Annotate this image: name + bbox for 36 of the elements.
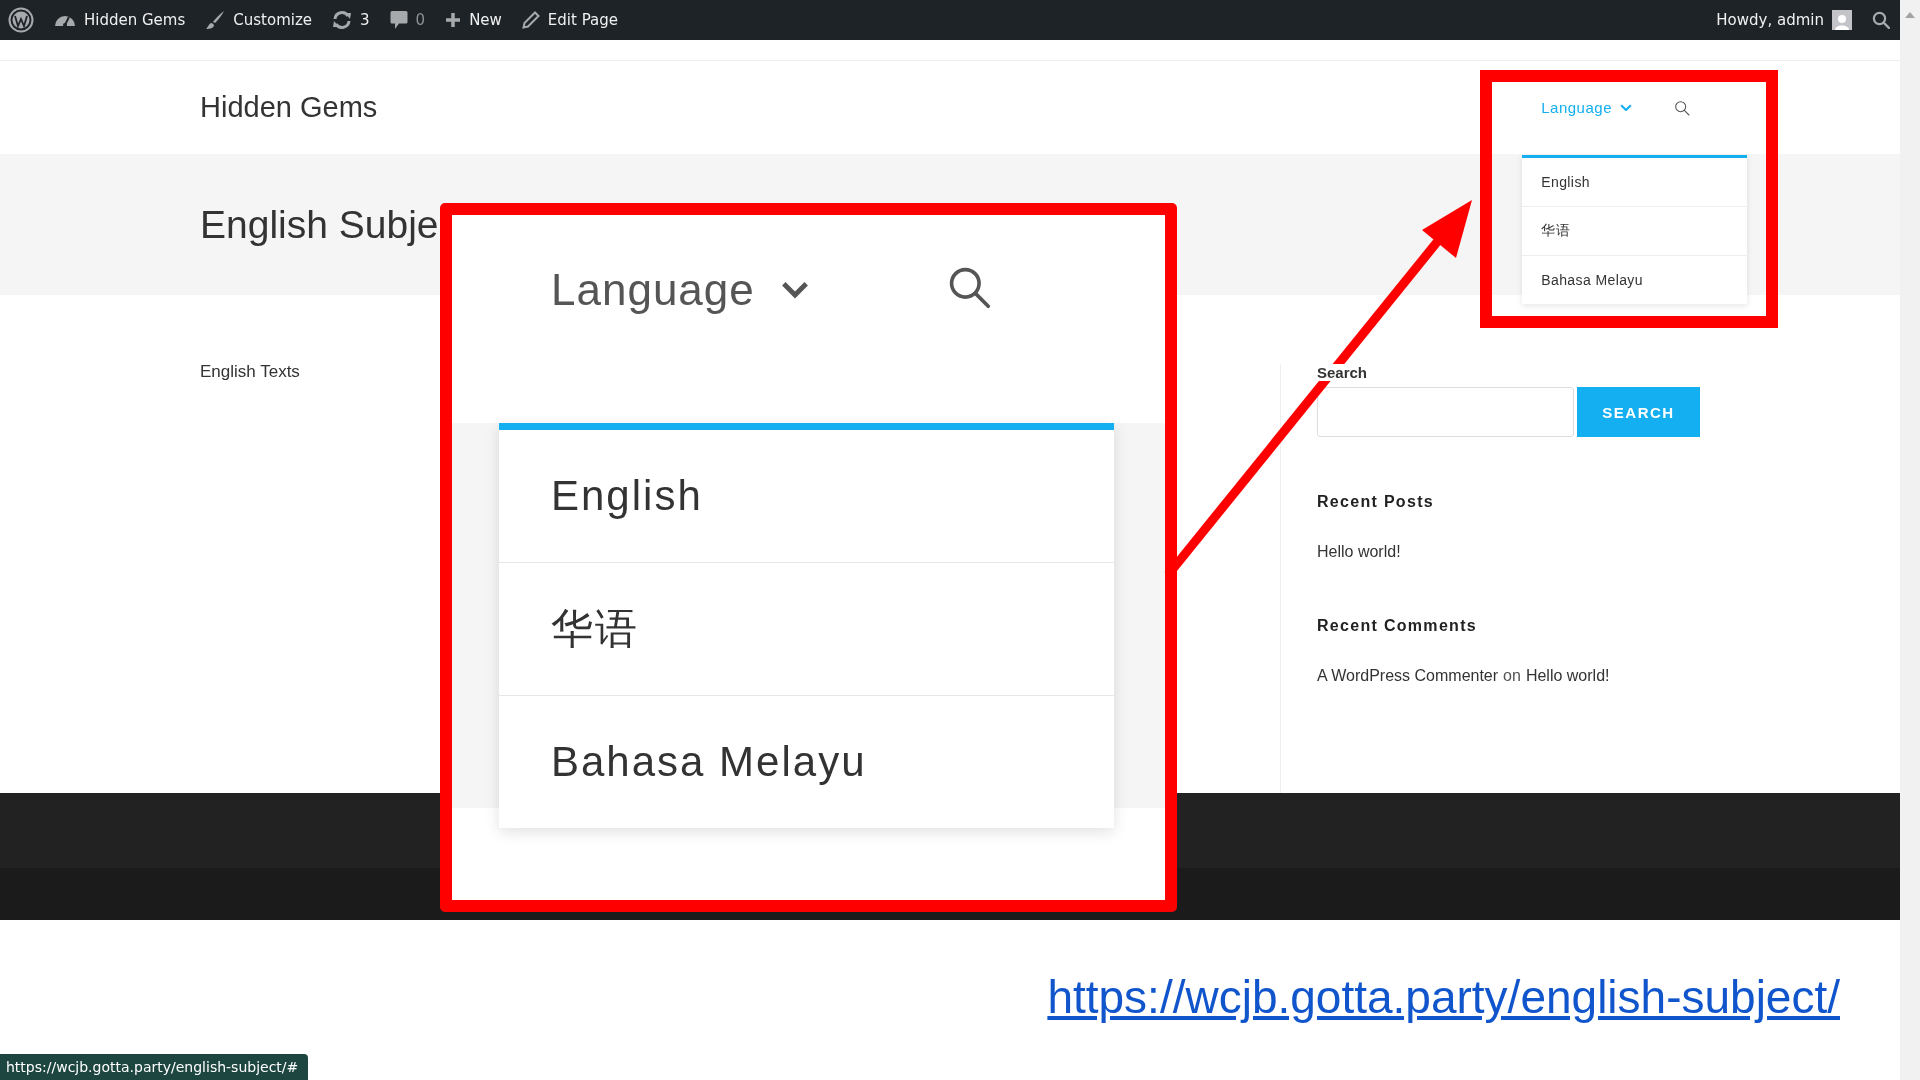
admin-bar-link[interactable]: New bbox=[469, 11, 502, 29]
url-link[interactable]: https://wcjb.gotta.party/english-subject/ bbox=[1047, 970, 1840, 1080]
post-link[interactable]: Hello world! bbox=[1317, 543, 1700, 561]
comment-author-link[interactable]: A WordPress Commenter bbox=[1317, 667, 1499, 685]
refresh-icon bbox=[332, 10, 353, 30]
widget-title: Recent Comments bbox=[1317, 617, 1478, 635]
body-text: English Texts bbox=[200, 362, 301, 382]
plus-icon bbox=[445, 12, 462, 28]
site-title[interactable]: Hidden Gems bbox=[200, 91, 378, 124]
admin-bar-link[interactable]: 3 bbox=[360, 11, 370, 29]
pencil-icon bbox=[521, 11, 540, 29]
admin-bar-link[interactable]: Hidden Gems bbox=[84, 11, 186, 29]
search-label: Search bbox=[1317, 364, 1368, 381]
admin-bar-link[interactable]: Howdy, admin bbox=[1716, 11, 1824, 29]
search-icon[interactable] bbox=[1872, 11, 1890, 29]
admin-bar-link[interactable]: Edit Page bbox=[547, 11, 618, 29]
status-url: https://wcjb.gotta.party/english-subject/# bbox=[0, 1054, 309, 1080]
search-field[interactable] bbox=[1317, 387, 1574, 437]
admin-bar-link[interactable]: Customize bbox=[233, 11, 313, 29]
menu-item[interactable]: Bahasa Melayu bbox=[499, 696, 1114, 828]
menu-item[interactable]: Bahasa Melayu bbox=[1522, 256, 1748, 304]
chevron-icon bbox=[1620, 103, 1632, 112]
admin-bar-link[interactable]: 0 bbox=[415, 11, 426, 29]
comment-joiner: on bbox=[1503, 667, 1521, 685]
widget-title: Recent Posts bbox=[1317, 493, 1435, 511]
brush-icon bbox=[205, 10, 226, 30]
search-icon[interactable] bbox=[1674, 99, 1690, 116]
chevron-icon bbox=[780, 280, 809, 300]
page-title: English Subje bbox=[200, 202, 439, 247]
post-link[interactable]: Hello world! bbox=[1525, 667, 1610, 685]
language-menu[interactable]: Language bbox=[551, 265, 809, 315]
menu-item[interactable]: English bbox=[499, 430, 1114, 563]
menu-item[interactable]: 华语 bbox=[499, 563, 1114, 696]
speech-bubble-icon bbox=[389, 10, 408, 30]
wordpress-logo-icon[interactable] bbox=[8, 7, 34, 33]
search-icon[interactable] bbox=[947, 265, 991, 309]
